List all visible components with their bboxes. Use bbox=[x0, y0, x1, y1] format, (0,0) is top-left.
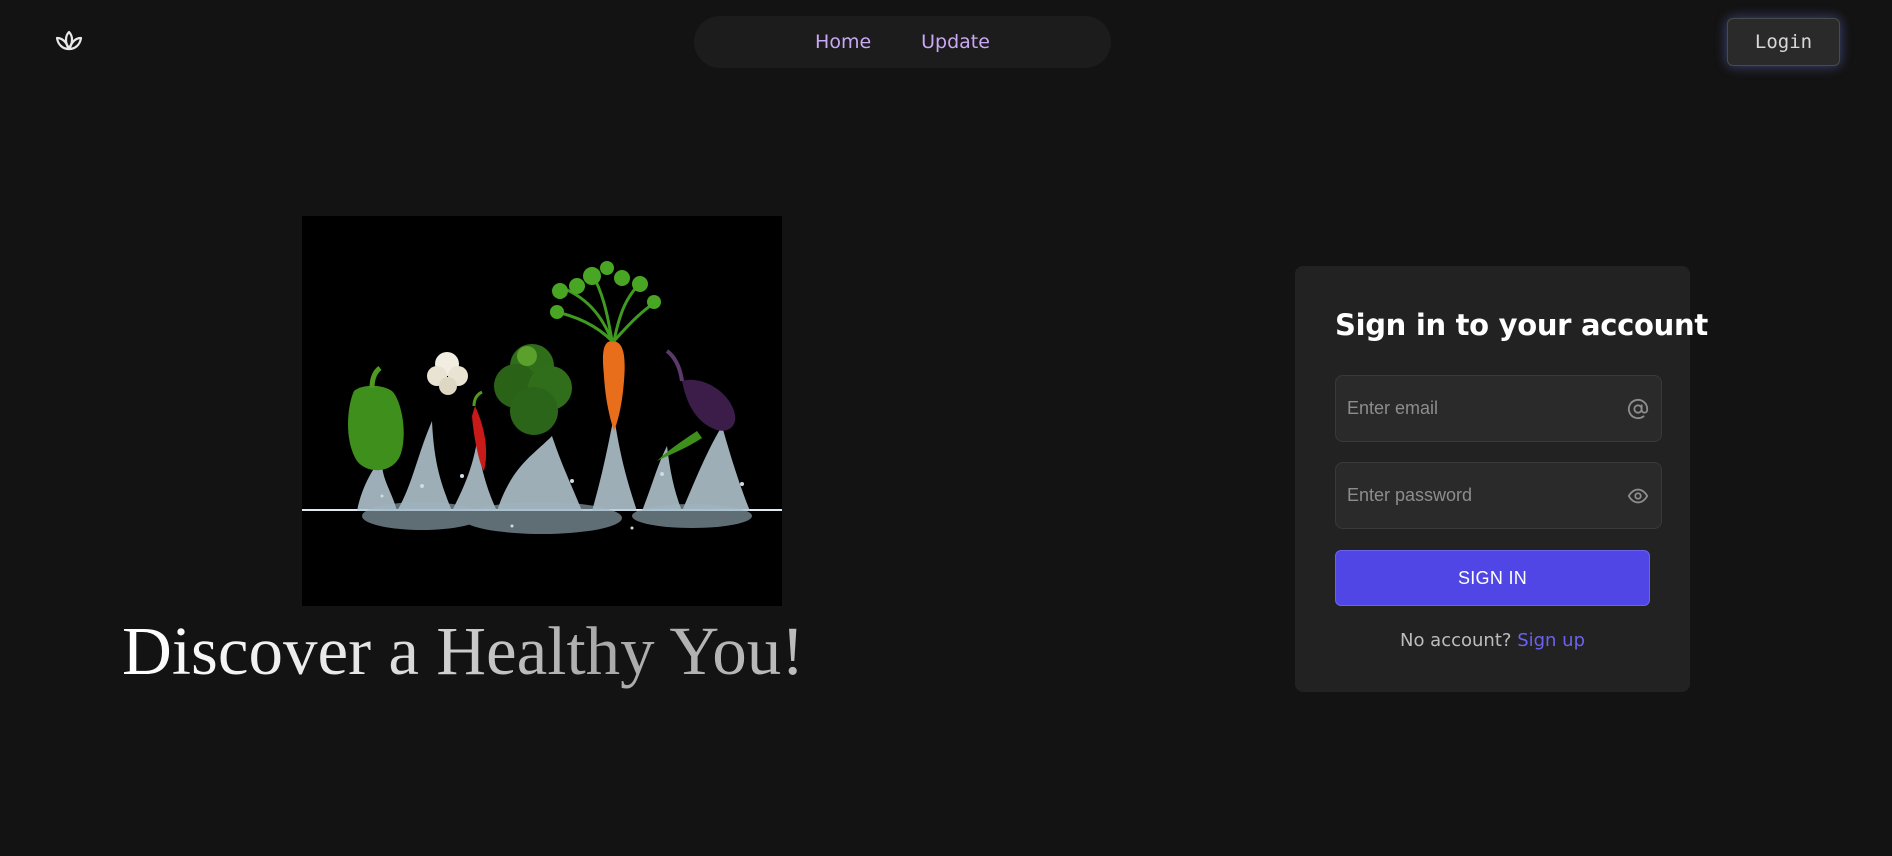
hero-title: Discover a Healthy You! bbox=[122, 613, 805, 689]
password-field-wrapper bbox=[1335, 462, 1662, 529]
no-account-text: No account? bbox=[1399, 630, 1512, 651]
vegetables-splash-image bbox=[302, 216, 782, 606]
password-input[interactable] bbox=[1336, 463, 1596, 528]
signin-button[interactable]: SIGN IN bbox=[1335, 550, 1650, 606]
eye-icon[interactable] bbox=[1627, 485, 1649, 507]
signin-title: Sign in to your account bbox=[1335, 308, 1708, 342]
page: Home Update Login Discover a Healthy You… bbox=[0, 0, 1892, 856]
login-button[interactable]: Login bbox=[1727, 18, 1840, 66]
signup-link[interactable]: Sign up bbox=[1517, 630, 1585, 651]
email-field-wrapper bbox=[1335, 375, 1662, 442]
at-sign-icon bbox=[1627, 398, 1649, 420]
nav-link-update[interactable]: Update bbox=[921, 31, 990, 53]
nav-link-home[interactable]: Home bbox=[815, 31, 871, 53]
lotus-icon[interactable] bbox=[54, 28, 84, 58]
email-input[interactable] bbox=[1336, 376, 1596, 441]
signin-card: Sign in to your account SIGN IN No accou… bbox=[1295, 266, 1708, 692]
signup-row: No account? Sign up bbox=[1295, 630, 1690, 651]
main-nav: Home Update bbox=[694, 16, 1111, 68]
